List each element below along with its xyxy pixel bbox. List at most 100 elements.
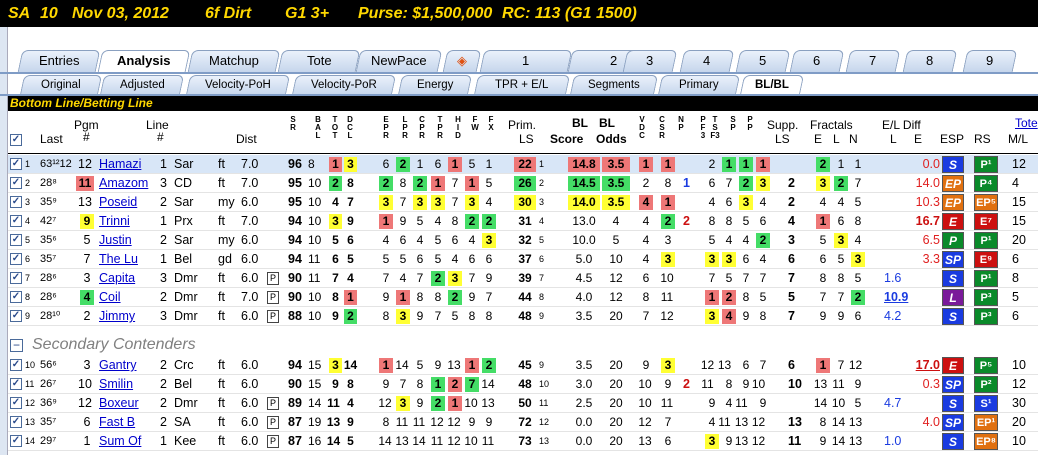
horse-name[interactable]: The Lu <box>99 250 157 269</box>
tot-rank: 9 <box>332 377 339 391</box>
row-checkbox[interactable]: ✓ <box>10 359 22 371</box>
tab-main-matchup[interactable]: Matchup <box>187 50 281 72</box>
horse-name[interactable]: Hamazi <box>99 155 157 174</box>
col-score: Score <box>550 132 584 146</box>
tab-sub-primary[interactable]: Primary <box>657 75 741 95</box>
row-checkbox[interactable]: ✓ <box>10 177 22 189</box>
collapse-toggle[interactable]: − <box>10 339 23 352</box>
tab-main-pace-icon[interactable]: ◈ <box>442 50 482 72</box>
horse-name[interactable]: Smilin <box>99 375 157 394</box>
row-checkbox[interactable]: ✓ <box>10 253 22 265</box>
table-row[interactable]: ✓ 8 28⁶ 4 Coil 2 Dmr ft 7.0 P 90 10 8 1 9 1 8 8 2 9 7 44 8 4.0 1… <box>8 288 1038 307</box>
table-row[interactable]: ✓ 4 42⁷ 9 Trinni 1 Prx ft 7.0 94 10 3 9 1 9 5 4 8 2 2 31 4 13.… <box>8 212 1038 231</box>
p-indicator: P <box>267 291 279 304</box>
primary-value: 73 <box>518 434 532 448</box>
table-row[interactable]: ✓ 9 28¹⁰ 2 Jimmy 3 Dmr ft 6.0 P 88 10 9 2 8 3 9 7 5 8 8 48 9 3.… <box>8 307 1038 326</box>
csr-value: 7 <box>664 415 672 429</box>
el-diff-l: 1.0 <box>884 434 902 448</box>
tab-main-7[interactable]: 7 <box>845 50 901 72</box>
table-row[interactable]: ✓ 12 36⁹ 12 Boxeur 2 Dmr ft 6.0 P 89 14 11 4 12 3 9 2 1 10 1… <box>8 394 1038 413</box>
table-row[interactable]: ✓ 14 29⁷ 1 Sum Of 1 Kee ft 6.0 P 87 16 14 5 14 13 14 11 12… <box>8 432 1038 451</box>
tab-main-1[interactable]: 1 <box>479 50 573 72</box>
row-checkbox[interactable]: ✓ <box>10 234 22 246</box>
table-row[interactable]: ✓ 5 35⁶ 5 Justin 2 Sar my 6.0 94 10 5 6 4 6 4 5 6 4 3 32 5 10.… <box>8 231 1038 250</box>
line-number: 1 <box>160 214 167 228</box>
vdc-value: 4 <box>642 233 650 247</box>
fractal-l: 7 <box>837 358 845 372</box>
tab-main-5[interactable]: 5 <box>735 50 791 72</box>
horse-name[interactable]: Jimmy <box>99 307 157 326</box>
pace-rank: 13 <box>481 396 495 410</box>
horse-name[interactable]: Justin <box>99 231 157 250</box>
tab-main-9[interactable]: 9 <box>962 50 1018 72</box>
row-checkbox[interactable]: ✓ <box>10 291 22 303</box>
tab-main-8[interactable]: 8 <box>902 50 958 72</box>
pace-rank: 9 <box>399 214 407 228</box>
fractal-l: 9 <box>837 309 845 323</box>
horse-name[interactable]: Poseid <box>99 193 157 212</box>
row-checkbox[interactable]: ✓ <box>10 416 22 428</box>
table-row[interactable]: ✓ 11 26⁷ 10 Smilin 2 Bel ft 6.0 90 15 9 8 9 7 8 1 2 7 14 48 1… <box>8 375 1038 394</box>
col-tote[interactable]: Tote <box>1015 116 1038 130</box>
pace-figure: 9 <box>742 309 750 323</box>
table-row[interactable]: ✓ 3 35⁹ 13 Poseid 2 Sar my 6.0 95 10 4 7 3 7 3 3 7 3 4 30 3 14… <box>8 193 1038 212</box>
row-checkbox[interactable]: ✓ <box>10 435 22 447</box>
tab-sub-segments[interactable]: Segments <box>569 75 659 95</box>
el-diff-e: 0.3 <box>922 377 940 391</box>
tot-rank: 5 <box>332 233 339 247</box>
pace-figure: 5 <box>742 214 750 228</box>
tab-main-tote[interactable]: Tote <box>277 50 361 72</box>
tab-sub-velocity-poh[interactable]: Velocity-PoH <box>185 75 291 95</box>
horse-name[interactable]: Trinni <box>99 212 157 231</box>
tab-main-newpace[interactable]: NewPace <box>355 50 443 72</box>
tab-main-6[interactable]: 6 <box>789 50 845 72</box>
tab-main-analysis[interactable]: Analysis <box>97 50 191 72</box>
tab-sub-original[interactable]: Original <box>19 75 103 95</box>
secondary-contenders-label: Secondary Contenders <box>32 336 196 353</box>
table-row[interactable]: ✓ 13 35⁷ 6 Fast B 2 SA ft 6.0 P 87 19 13 9 8 11 11 12 12 9 9… <box>8 413 1038 432</box>
tab-sub-bl-bl[interactable]: BL/BL <box>739 75 805 95</box>
col-vdc: VDC <box>639 115 645 140</box>
row-checkbox[interactable]: ✓ <box>10 158 22 170</box>
horse-name[interactable]: Capita <box>99 269 157 288</box>
tab-sub-velocity-por[interactable]: Velocity-PoR <box>291 75 397 95</box>
horse-name[interactable]: Coil <box>99 288 157 307</box>
table-row[interactable]: ✓ 1 63¹²12 12 Hamazi 1 Sar ft 7.0 96 8 1 3 6 2 1 6 1 5 1 22 1… <box>8 155 1038 174</box>
horse-name[interactable]: Amazom <box>99 174 157 193</box>
table-row[interactable]: ✓ 2 28⁸ 11 Amazom 3 CD ft 7.0 95 10 2 8 2 8 2 1 7 1 5 26 2 14.… <box>8 174 1038 193</box>
grade: G1 3+ <box>285 5 330 22</box>
pace-rank: 10 <box>464 396 478 410</box>
tab-sub-energy[interactable]: Energy <box>397 75 473 95</box>
tab-main-3[interactable]: 3 <box>622 50 678 72</box>
pace-rank: 4 <box>416 233 424 247</box>
horse-name[interactable]: Sum Of <box>99 432 157 451</box>
row-checkbox[interactable]: ✓ <box>10 196 22 208</box>
tab-main-4[interactable]: 4 <box>679 50 735 72</box>
table-row[interactable]: ✓ 6 35⁷ 7 The Lu 1 Bel gd 6.0 94 11 6 5 5 5 6 5 4 6 6 37 6 5.0… <box>8 250 1038 269</box>
bal: 10 <box>308 195 322 209</box>
tab-sub-adjusted[interactable]: Adjusted <box>99 75 185 95</box>
row-checkbox[interactable]: ✓ <box>10 310 22 322</box>
supp-ls: 6 <box>788 252 795 266</box>
distance: 6.0 <box>241 415 259 429</box>
horse-name[interactable]: Boxeur <box>99 394 157 413</box>
esp-badge: SP <box>942 414 964 431</box>
horse-name[interactable]: Gantry <box>99 356 157 375</box>
pace-rank: 2 <box>482 214 496 229</box>
fractal-l: 6 <box>837 214 845 228</box>
tab-main-entries[interactable]: Entries <box>17 50 101 72</box>
table-row[interactable]: ✓ 7 28⁶ 3 Capita 3 Dmr ft 6.0 P 90 11 7 4 7 4 7 2 3 7 9 39 7 4.… <box>8 269 1038 288</box>
horse-name[interactable]: Fast B <box>99 413 157 432</box>
supp-ls: 2 <box>788 195 795 209</box>
distance: 7.0 <box>241 290 259 304</box>
pace-rank: 1 <box>416 157 424 171</box>
select-all-checkbox[interactable]: ✓ <box>10 134 22 146</box>
last-race: 42⁷ <box>40 215 57 227</box>
supp-ls: 5 <box>788 290 795 304</box>
row-checkbox[interactable]: ✓ <box>10 397 22 409</box>
tab-sub-tpr-e-l[interactable]: TPR + E/L <box>473 75 571 95</box>
row-checkbox[interactable]: ✓ <box>10 215 22 227</box>
row-checkbox[interactable]: ✓ <box>10 378 22 390</box>
row-checkbox[interactable]: ✓ <box>10 272 22 284</box>
table-row[interactable]: ✓ 10 56⁶ 3 Gantry 2 Crc ft 6.0 94 15 3 14 1 14 5 9 13 1 2 45… <box>8 356 1038 375</box>
